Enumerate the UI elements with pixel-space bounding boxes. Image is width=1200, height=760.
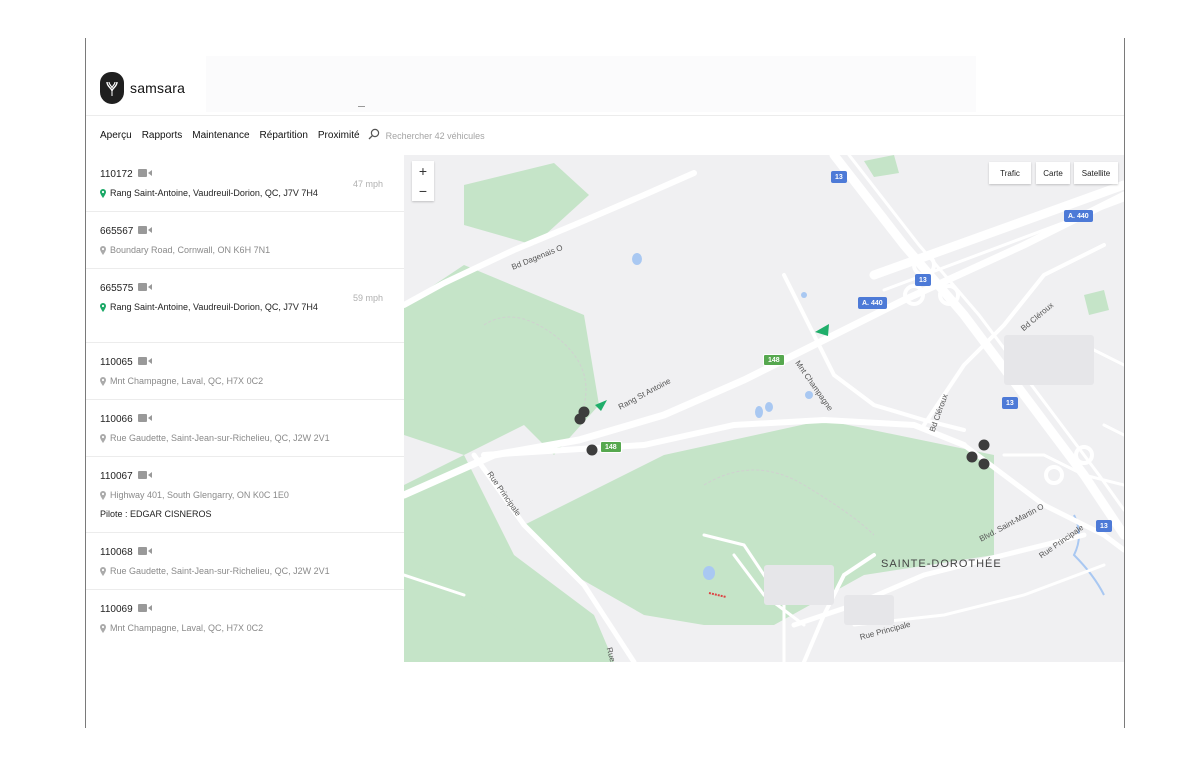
vehicle-marker: [978, 439, 990, 451]
video-camera-icon: [137, 604, 152, 615]
nav-maintenance[interactable]: Maintenance: [192, 130, 249, 141]
zoom-control: + −: [412, 161, 434, 201]
vehicle-marker: [574, 413, 586, 425]
header-banner: [206, 56, 976, 112]
vehicle-id: 665575: [100, 283, 134, 294]
location-pin-icon: [100, 566, 106, 576]
route-148-shield: 148: [600, 441, 622, 453]
location-pin-icon: [100, 433, 106, 443]
vehicle-arrow-marker: [595, 400, 607, 411]
vehicle-address: Rang Saint-Antoine, Vaudreuil-Dorion, QC…: [110, 302, 318, 312]
town-label: SAINTE-DOROTHÉE: [881, 558, 1002, 570]
list-item[interactable]: 665567 Boundary Road, Cornwall, ON K6H 7…: [86, 212, 404, 269]
vehicle-marker: [966, 451, 978, 463]
autoroute-440-shield: A. 440: [858, 297, 887, 309]
nav-apercu[interactable]: Aperçu: [100, 130, 132, 141]
route-13-shield: 13: [831, 171, 847, 183]
driver-name: Pilote : EDGAR CISNEROS: [100, 509, 212, 519]
vehicle-id: 110069: [100, 604, 133, 615]
video-camera-icon: [137, 471, 152, 482]
vehicle-arrow-marker: [815, 324, 829, 336]
vehicle-address: Rang Saint-Antoine, Vaudreuil-Dorion, QC…: [110, 188, 318, 198]
location-pin-icon: [100, 623, 106, 633]
brand-logo[interactable]: samsara: [100, 72, 185, 104]
zoom-in-button[interactable]: +: [412, 161, 434, 181]
app-header: samsara: [86, 38, 1124, 116]
list-item[interactable]: 110066 Rue Gaudette, Saint-Jean-sur-Rich…: [86, 400, 404, 457]
location-pin-icon: [100, 376, 106, 386]
nav-repartition[interactable]: Répartition: [260, 130, 308, 141]
list-item[interactable]: 665575 Rang Saint-Antoine, Vaudreuil-Dor…: [86, 269, 404, 343]
route-13-shield: 13: [1096, 520, 1112, 532]
vehicle-search: [368, 127, 586, 145]
vehicle-address: Rue Gaudette, Saint-Jean-sur-Richelieu, …: [110, 566, 330, 576]
list-item[interactable]: 110172 Rang Saint-Antoine, Vaudreuil-Dor…: [86, 155, 404, 212]
list-item[interactable]: 110065 Mnt Champagne, Laval, QC, H7X 0C2: [86, 343, 404, 400]
search-icon[interactable]: [368, 127, 380, 145]
vehicle-id: 665567: [100, 226, 134, 237]
vehicle-id: 110172: [100, 169, 133, 180]
satellite-view-button[interactable]: Satellite: [1074, 162, 1118, 184]
route-13-shield: 13: [1002, 397, 1018, 409]
fleet-map[interactable]: + − Trafic Carte Satellite 13 13 13 13 A…: [404, 155, 1124, 662]
list-item[interactable]: 110069 Mnt Champagne, Laval, QC, H7X 0C2: [86, 590, 404, 647]
brand-name: samsara: [130, 80, 186, 96]
vehicle-address: Mnt Champagne, Laval, QC, H7X 0C2: [110, 376, 264, 386]
vehicle-id: 110065: [100, 357, 133, 368]
vehicle-marker: [978, 458, 990, 470]
traffic-button[interactable]: Trafic: [989, 162, 1031, 184]
vehicle-address: Rue Gaudette, Saint-Jean-sur-Richelieu, …: [110, 433, 330, 443]
location-pin-icon: [100, 302, 106, 312]
search-input[interactable]: [385, 130, 586, 141]
video-camera-icon: [137, 357, 152, 368]
video-camera-icon: [137, 414, 152, 425]
vehicle-marker: [586, 444, 598, 456]
video-camera-icon: [137, 169, 152, 180]
video-camera-icon: [137, 547, 152, 558]
video-camera-icon: [138, 283, 153, 294]
vehicle-id: 110068: [100, 547, 133, 558]
frame-right-border: [1124, 38, 1125, 728]
map-view-button[interactable]: Carte: [1036, 162, 1070, 184]
vehicle-list: 110172 Rang Saint-Antoine, Vaudreuil-Dor…: [86, 155, 404, 660]
vehicle-address: Highway 401, South Glengarry, ON K0C 1E0: [110, 490, 289, 500]
vehicle-speed: 47 mph: [352, 179, 383, 189]
location-pin-icon: [100, 188, 106, 198]
autoroute-440-shield: A. 440: [1064, 210, 1093, 222]
vehicle-address: Mnt Champagne, Laval, QC, H7X 0C2: [110, 623, 264, 633]
vehicle-address: Boundary Road, Cornwall, ON K6H 7N1: [110, 245, 271, 255]
vehicle-id: 110067: [100, 471, 133, 482]
list-item[interactable]: 110067 Highway 401, South Glengarry, ON …: [86, 457, 404, 533]
header-divider: [358, 106, 365, 107]
list-item[interactable]: 110068 Rue Gaudette, Saint-Jean-sur-Rich…: [86, 533, 404, 590]
nav-proximite[interactable]: Proximité: [318, 130, 360, 141]
video-camera-icon: [138, 226, 153, 237]
main-nav: Aperçu Rapports Maintenance Répartition …: [86, 117, 1124, 154]
zoom-out-button[interactable]: −: [412, 181, 434, 201]
location-pin-icon: [100, 245, 106, 255]
route-148-shield: 148: [763, 354, 785, 366]
route-13-shield: 13: [915, 274, 931, 286]
vehicle-speed: 59 mph: [352, 293, 383, 303]
location-pin-icon: [100, 490, 106, 500]
vehicle-id: 110066: [100, 414, 133, 425]
nav-rapports[interactable]: Rapports: [142, 130, 183, 141]
samsara-logo-icon: [100, 72, 124, 104]
